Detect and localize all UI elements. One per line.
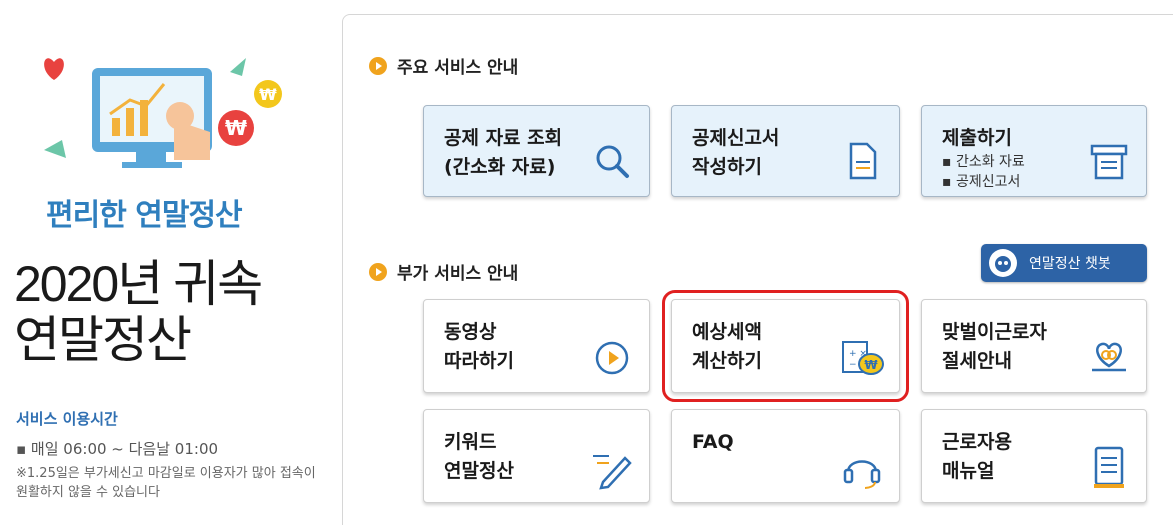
card-label: 키워드 연말정산: [444, 431, 514, 482]
dual-income-tax-tips-button[interactable]: 맞벌이근로자 절세안내: [921, 299, 1147, 393]
document-icon: [849, 142, 877, 180]
extra-services-heading: 부가 서비스 안내: [369, 259, 518, 284]
main-services-heading: 주요 서비스 안내: [369, 53, 518, 78]
svg-text:₩: ₩: [225, 116, 247, 140]
service-hours-title: 서비스 이용시간: [16, 410, 118, 428]
service-notice: ※1.25일은 부가세신고 마감일로 이용자가 많아 접속이 원활하지 않을 수…: [16, 466, 316, 500]
service-hours: ▪ 매일 06:00 ~ 다음날 01:00: [16, 440, 219, 458]
main-services-heading-text: 주요 서비스 안내: [397, 58, 519, 78]
play-bullet-icon: [369, 262, 387, 281]
faq-button[interactable]: FAQ: [671, 409, 900, 503]
pen-icon: [593, 455, 632, 490]
deduction-data-lookup-button[interactable]: 공제 자료 조회 (간소화 자료): [423, 105, 650, 197]
card-label: 동영상 따라하기: [444, 321, 514, 372]
play-bullet-icon: [369, 56, 387, 75]
extra-services-heading-text: 부가 서비스 안내: [397, 264, 519, 284]
keyword-guide-button[interactable]: 키워드 연말정산: [423, 409, 650, 503]
heart-hand-icon: [1092, 342, 1126, 372]
promo-title: 2020년 귀속 연말정산: [14, 256, 263, 368]
promo-subtitle: 편리한 연말정산: [46, 198, 243, 233]
chatbot-button[interactable]: 연말정산 챗봇: [981, 244, 1147, 282]
worker-manual-button[interactable]: 근로자용 매뉴얼: [921, 409, 1147, 503]
submit-button[interactable]: 제출하기 ▪ 간소화 자료 ▪ 공제신고서: [921, 105, 1147, 197]
headset-icon: [843, 460, 881, 489]
card-label: 공제 자료 조회 (간소화 자료): [444, 127, 563, 178]
submit-tray-icon: [1090, 144, 1128, 180]
chatbot-icon: [989, 249, 1017, 277]
promo-title-line2: 연말정산: [14, 312, 192, 368]
card-label: 제출하기: [942, 127, 1012, 149]
card-label: 근로자용 매뉴얼: [942, 431, 1012, 482]
card-label: 예상세액 계산하기: [692, 321, 762, 372]
estimated-tax-calc-button[interactable]: 예상세액 계산하기 + × − = ₩: [662, 290, 909, 402]
services-panel: 주요 서비스 안내 공제 자료 조회 (간소화 자료) 공제신고서 작성하기 제…: [342, 14, 1173, 525]
submit-sub-form: ▪ 공제신고서: [942, 174, 1021, 190]
deduction-form-write-button[interactable]: 공제신고서 작성하기: [671, 105, 900, 197]
monitor-illustration: ₩ ₩: [44, 58, 282, 168]
calculator-money-icon: + × − = ₩: [842, 341, 884, 375]
svg-text:₩: ₩: [259, 85, 277, 104]
submit-sublist: ▪ 간소화 자료 ▪ 공제신고서: [942, 152, 1025, 192]
manual-icon: [1094, 446, 1124, 488]
play-icon: [595, 341, 629, 375]
magnifier-icon: [596, 145, 629, 178]
submit-sub-simplified: ▪ 간소화 자료: [942, 154, 1025, 170]
card-label: FAQ: [692, 431, 734, 453]
card-label: 맞벌이근로자 절세안내: [942, 321, 1047, 372]
video-tutorial-button[interactable]: 동영상 따라하기: [423, 299, 650, 393]
promo-panel: ₩ ₩ 편리한 연말정산 2020년 귀속 연말정산 서비스 이용시간 ▪ 매일…: [0, 0, 330, 525]
chatbot-label: 연말정산 챗봇: [1029, 256, 1111, 272]
card-label: 공제신고서 작성하기: [692, 127, 780, 178]
promo-title-line1: 2020년 귀속: [14, 256, 263, 312]
svg-text:₩: ₩: [864, 358, 878, 372]
